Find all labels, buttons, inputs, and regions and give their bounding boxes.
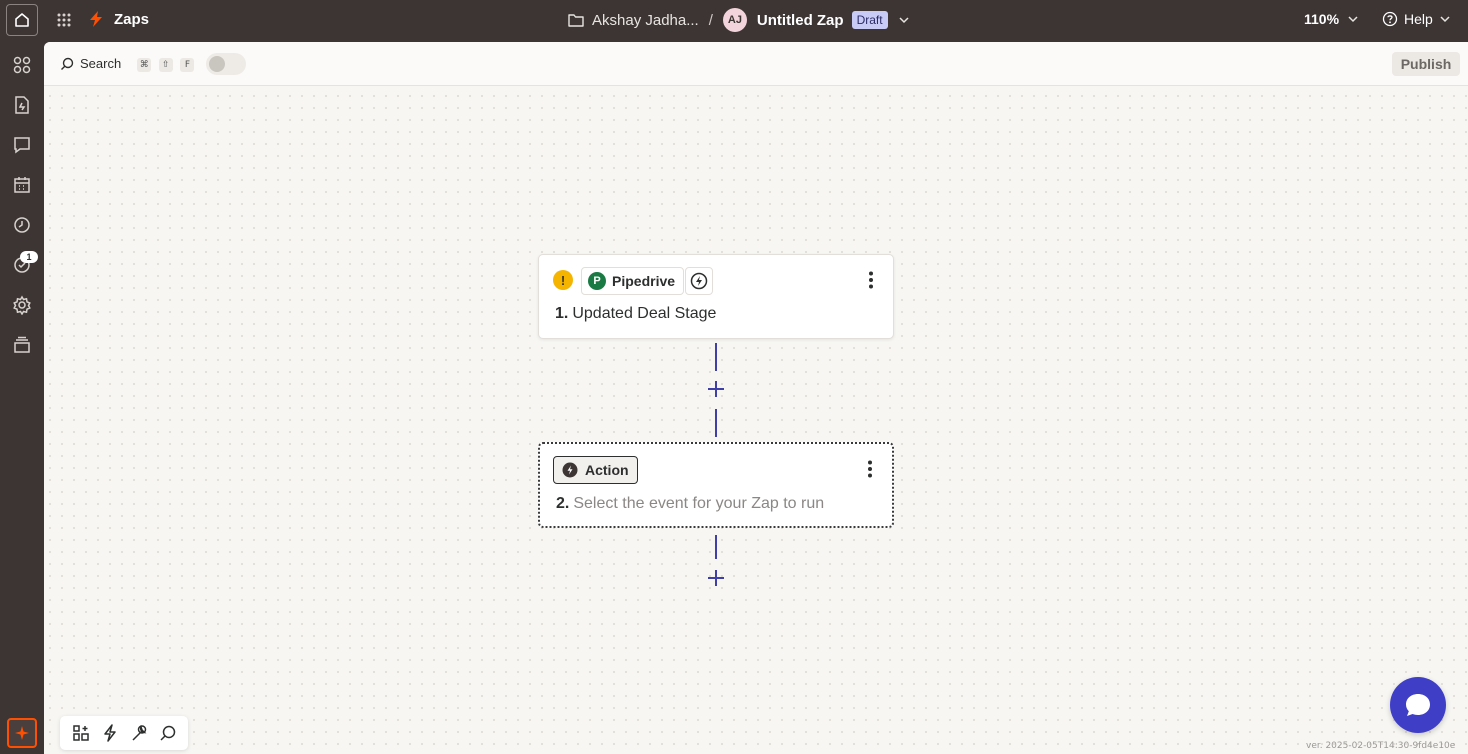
bolt-circle-icon [690, 272, 708, 290]
calendar-icon [14, 177, 30, 193]
home-icon [15, 13, 29, 27]
history-icon [14, 217, 30, 233]
breadcrumb-separator: / [708, 11, 713, 29]
trigger-step-card[interactable]: ! P Pipedrive 1. Updated Deal Stage [538, 254, 894, 339]
brand-label: Zaps [114, 10, 150, 28]
help-label: Help [1404, 11, 1433, 27]
zoom-level: 110% [1304, 11, 1340, 27]
toggle-knob [209, 56, 225, 72]
help-menu[interactable]: Help [1382, 11, 1451, 27]
tools-button[interactable] [128, 722, 150, 744]
chevron-down-icon[interactable] [898, 14, 910, 26]
add-widget-button[interactable] [70, 722, 92, 744]
folder-icon [568, 14, 584, 27]
warning-icon: ! [553, 270, 573, 290]
editor-canvas[interactable]: Search ⌘ ⇧ F Publish ! P Pipedrive 1. Upd… [44, 42, 1468, 754]
bolt-icon [103, 724, 116, 742]
app-chip[interactable]: P Pipedrive [581, 267, 685, 295]
step-number: 1. [555, 305, 569, 322]
apps-icon [13, 56, 31, 74]
canvas-toolbar: Search ⌘ ⇧ F Publish [44, 42, 1468, 86]
kebab-menu-icon [869, 271, 873, 289]
zap-on-off-toggle[interactable] [206, 53, 246, 75]
step-menu-button[interactable] [861, 269, 881, 291]
chat-icon [14, 137, 30, 154]
connector-line [715, 409, 717, 437]
search-icon [61, 57, 74, 70]
breadcrumb: Akshay Jadha... / AJ Untitled Zap Draft [568, 8, 910, 32]
chat-bubble-icon [1406, 694, 1430, 716]
rail-history[interactable] [11, 214, 33, 236]
zoom-control[interactable]: 110% [1304, 11, 1359, 27]
step-title: 1. Updated Deal Stage [555, 305, 716, 323]
trigger-type-chip[interactable] [685, 267, 713, 295]
chevron-down-icon [1348, 16, 1358, 23]
canvas-bottom-toolbar [60, 716, 188, 750]
top-bar: Zaps Akshay Jadha... / AJ Untitled Zap D… [0, 0, 1468, 40]
step-title-text: Select the event for your Zap to run [573, 495, 825, 512]
publish-button[interactable]: Publish [1392, 52, 1460, 76]
breadcrumb-folder[interactable]: Akshay Jadha... [568, 12, 699, 29]
rail-file[interactable] [11, 94, 33, 116]
rail-calendar[interactable] [11, 174, 33, 196]
layers-icon [14, 336, 30, 353]
notification-count-badge: 1 [20, 251, 38, 263]
version-label: ver. 2025-02-05T14:30-9fd4e10e [1306, 741, 1456, 751]
left-rail: 1 [0, 40, 44, 754]
rail-layers[interactable] [11, 334, 33, 356]
step-title-text: Updated Deal Stage [572, 305, 717, 322]
rail-settings[interactable] [11, 294, 33, 316]
sparkle-icon [15, 726, 29, 740]
zapier-assistant-button[interactable] [7, 718, 37, 748]
search-button[interactable]: Search ⌘ ⇧ F [60, 55, 195, 72]
add-step-plus-icon[interactable] [706, 379, 726, 399]
action-plus-circle-icon [562, 462, 578, 478]
rail-chat[interactable] [11, 134, 33, 156]
kebab-menu-icon [868, 460, 872, 478]
connector-line [715, 535, 717, 559]
pipedrive-logo-icon: P [588, 272, 606, 290]
add-step-plus-icon[interactable] [706, 568, 726, 588]
zap-button[interactable] [99, 722, 121, 744]
home-button[interactable] [6, 4, 38, 36]
wrench-icon [131, 724, 146, 741]
chevron-down-icon [1440, 16, 1450, 23]
shortcut-key: ⇧ [158, 58, 173, 72]
zaps-nav[interactable]: Zaps [88, 10, 149, 28]
settings-icon [13, 295, 31, 315]
search-icon [159, 725, 175, 741]
action-chip-label: Action [585, 462, 629, 478]
action-chip[interactable]: Action [553, 456, 638, 484]
connector-line [715, 343, 717, 371]
file-icon [15, 96, 29, 114]
search-label: Search [80, 56, 122, 71]
avatar[interactable]: AJ [722, 8, 747, 32]
shortcut-key: ⌘ [137, 58, 152, 72]
zap-title[interactable]: Untitled Zap [757, 12, 844, 29]
zap-bolt-icon [90, 11, 102, 27]
canvas-search-button[interactable] [157, 722, 179, 744]
step-title: 2. Select the event for your Zap to run [556, 495, 824, 513]
rail-apps[interactable] [11, 54, 33, 76]
shortcut-key: F [180, 58, 195, 72]
app-grid-button[interactable] [54, 10, 74, 30]
action-step-card[interactable]: Action 2. Select the event for your Zap t… [538, 442, 894, 528]
chat-support-button[interactable] [1390, 677, 1446, 733]
app-name: Pipedrive [612, 273, 676, 289]
status-badge: Draft [851, 11, 888, 29]
breadcrumb-folder-label: Akshay Jadha... [592, 11, 699, 29]
step-number: 2. [556, 495, 570, 512]
help-icon [1382, 11, 1398, 27]
widgets-icon [72, 725, 89, 741]
step-menu-button[interactable] [860, 458, 880, 480]
grid-icon [57, 13, 71, 27]
